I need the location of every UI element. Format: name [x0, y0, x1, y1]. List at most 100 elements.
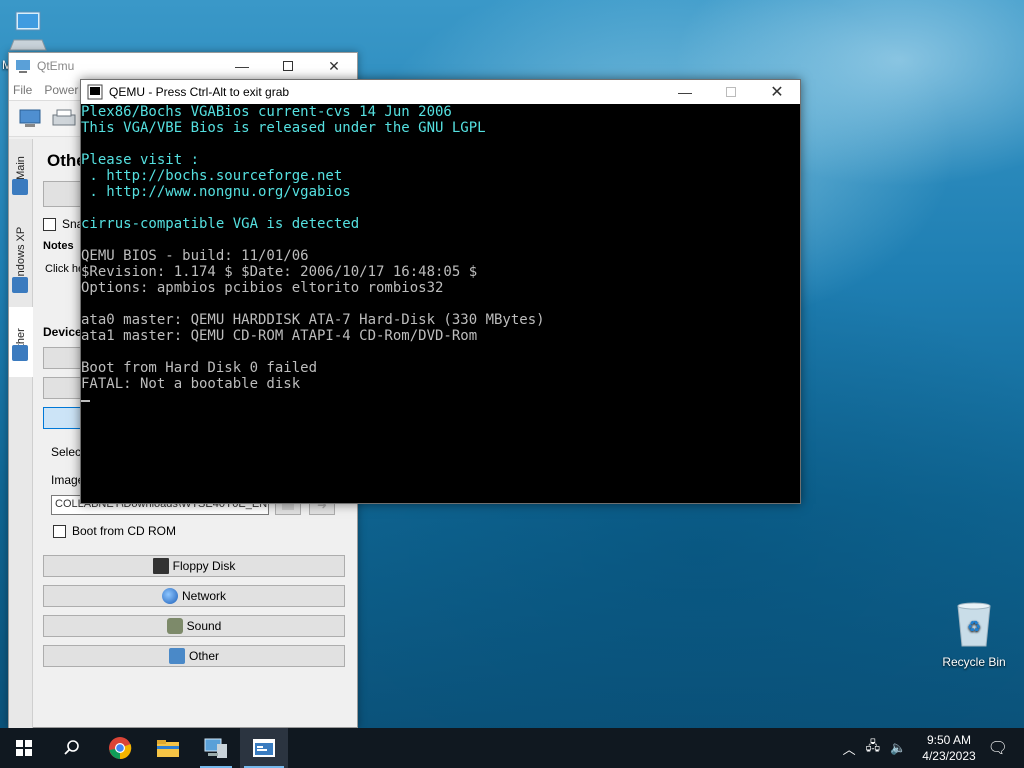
- snapshot-checkbox[interactable]: Sna: [43, 217, 83, 231]
- recycle-bin[interactable]: ♻ Recycle Bin: [934, 600, 1014, 669]
- qemu-minimize-button[interactable]: —: [662, 79, 708, 105]
- qtemu-close-button[interactable]: ✕: [311, 53, 357, 79]
- chevron-up-icon[interactable]: ︿: [843, 739, 856, 758]
- sound-label: Sound: [186, 619, 222, 633]
- computer-icon: [9, 11, 47, 51]
- svg-text:♻: ♻: [967, 617, 981, 636]
- device-button-1[interactable]: [43, 347, 83, 369]
- system-tray: ︿ 🖧 🔈 9:50 AM 4/23/2023 🗨: [843, 728, 1024, 768]
- terminal-line: Boot from Hard Disk 0 failed: [81, 360, 318, 376]
- terminal-line: ata0 master: QEMU HARDDISK ATA-7 Hard-Di…: [81, 312, 545, 328]
- tab-windows-xp[interactable]: Windows XP: [9, 203, 33, 313]
- terminal-line: $Revision: 1.174 $ $Date: 2006/10/17 16:…: [81, 264, 478, 280]
- qtemu-app-icon: [204, 738, 227, 758]
- other-device-icon: [168, 648, 185, 664]
- boot-cd-label: Boot from CD ROM: [72, 524, 177, 538]
- search-icon: [64, 740, 79, 755]
- other-label: Other: [188, 649, 219, 663]
- sound-button[interactable]: Sound: [43, 615, 345, 637]
- terminal-line: . http://bochs.sourceforge.net: [81, 168, 343, 184]
- terminal-line: FATAL: Not a bootable disk: [81, 376, 301, 392]
- terminal-line: Options: apmbios pcibios eltorito rombio…: [81, 280, 444, 296]
- clock-time: 9:50 AM: [926, 733, 971, 747]
- terminal-line: ata1 master: QEMU CD-ROM ATAPI-4 CD-Rom/…: [81, 328, 478, 344]
- qemu-maximize-button[interactable]: [708, 79, 754, 105]
- tab-other[interactable]: Other: [9, 307, 33, 377]
- qtemu-maximize-button[interactable]: [265, 53, 311, 79]
- floppy-disk-icon: [152, 558, 169, 574]
- start-button[interactable]: [0, 728, 48, 768]
- terminal-line: QEMU BIOS - build: 11/01/06: [81, 248, 309, 264]
- device-button-3[interactable]: [43, 407, 83, 429]
- folder-icon: [157, 740, 179, 757]
- open-machine-icon[interactable]: [51, 107, 77, 131]
- windows-xp-tab-icon: [12, 277, 28, 293]
- notification-icon[interactable]: 🗨: [988, 738, 1008, 758]
- new-machine-icon[interactable]: [17, 107, 43, 131]
- sound-card-icon: [166, 618, 183, 634]
- qemu-title: QEMU - Press Ctrl-Alt to exit grab: [109, 85, 290, 99]
- qtemu-side-tabs: Main Windows XP Other: [9, 139, 33, 729]
- network-button[interactable]: Network: [43, 585, 345, 607]
- bios-output: Plex86/Bochs VGABios current-cvs 14 Jun …: [81, 104, 800, 392]
- network-icon[interactable]: 🖧: [866, 737, 881, 759]
- qtemu-titlebar[interactable]: QtEmu — ✕: [9, 53, 357, 79]
- qemu-close-button[interactable]: ✕: [754, 79, 800, 105]
- device-button-2[interactable]: [43, 377, 83, 399]
- other-button[interactable]: Other: [43, 645, 345, 667]
- chrome-icon: [109, 737, 132, 760]
- terminal-line: . http://www.nongnu.org/vgabios: [81, 184, 351, 200]
- close-icon: ✕: [770, 84, 784, 101]
- qemu-screen[interactable]: Plex86/Bochs VGABios current-cvs 14 Jun …: [81, 104, 800, 503]
- qemu-titlebar[interactable]: QEMU - Press Ctrl-Alt to exit grab — ✕: [81, 80, 800, 104]
- qemu-app-icon: [253, 739, 275, 757]
- recycle-bin-label: Recycle Bin: [942, 655, 1006, 669]
- clock-date: 4/23/2023: [922, 749, 976, 763]
- windows-logo-icon: [16, 740, 32, 756]
- notes-hint[interactable]: Click he: [45, 263, 84, 275]
- desktop-computer-icon[interactable]: [8, 10, 48, 57]
- boot-cd-checkbox-box[interactable]: [53, 524, 66, 538]
- taskbar: ︿ 🖧 🔈 9:50 AM 4/23/2023 🗨: [0, 728, 1024, 768]
- boot-cd-checkbox[interactable]: Boot from CD ROM: [53, 524, 176, 538]
- terminal-line: This VGA/VBE Bios is released under the …: [81, 120, 486, 136]
- floppy-disk-button[interactable]: Floppy Disk: [43, 555, 345, 577]
- clock[interactable]: 9:50 AM 4/23/2023: [922, 732, 975, 764]
- network-label: Network: [181, 589, 226, 603]
- taskbar-file-explorer[interactable]: [144, 728, 192, 768]
- terminal-line: Plex86/Bochs VGABios current-cvs 14 Jun …: [81, 104, 452, 120]
- recycle-bin-icon: ♻: [957, 602, 991, 647]
- snapshot-checkbox-box[interactable]: [43, 217, 56, 231]
- minimize-icon: —: [235, 58, 249, 74]
- floppy-disk-label: Floppy Disk: [172, 559, 236, 573]
- text-cursor: [81, 400, 90, 402]
- qemu-app-icon: [87, 84, 103, 100]
- taskbar-qtemu[interactable]: [192, 728, 240, 768]
- maximize-icon: [726, 87, 736, 97]
- start-button[interactable]: [43, 181, 83, 207]
- close-icon: ✕: [328, 57, 340, 74]
- taskbar-qemu[interactable]: [240, 728, 288, 768]
- qtemu-minimize-button[interactable]: —: [219, 53, 265, 79]
- notes-label: Notes: [43, 240, 74, 252]
- main-tab-icon: [12, 179, 28, 195]
- qtemu-title: QtEmu: [37, 59, 75, 73]
- menu-file[interactable]: File: [13, 83, 32, 97]
- devices-label: Device: [43, 325, 82, 339]
- terminal-line: cirrus-compatible VGA is detected: [81, 216, 360, 232]
- volume-icon[interactable]: 🔈: [890, 740, 906, 756]
- minimize-icon: —: [678, 84, 692, 100]
- other-tab-icon: [12, 345, 28, 361]
- taskbar-chrome[interactable]: [96, 728, 144, 768]
- network-globe-icon: [161, 588, 178, 604]
- search-button[interactable]: [48, 728, 96, 768]
- menu-power[interactable]: Power: [44, 83, 78, 97]
- qemu-window[interactable]: QEMU - Press Ctrl-Alt to exit grab — ✕ P…: [80, 79, 801, 504]
- terminal-line: Please visit :: [81, 152, 200, 168]
- qtemu-app-icon: [16, 60, 30, 73]
